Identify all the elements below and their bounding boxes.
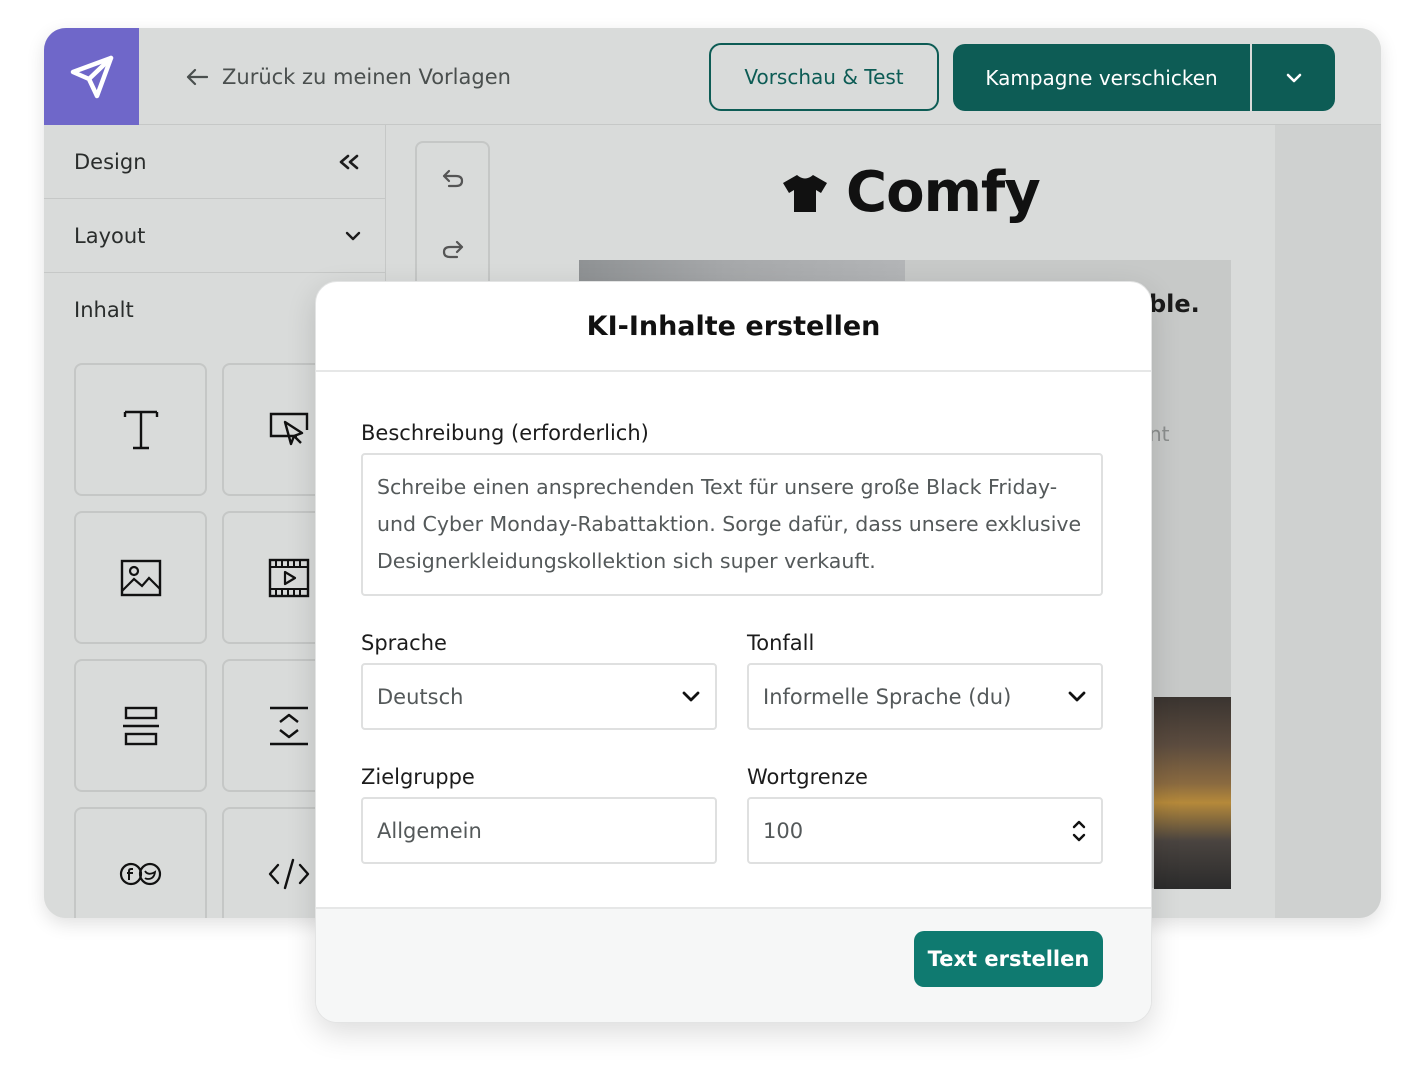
ai-content-modal: KI-Inhalte erstellen Beschreibung (erfor… [315, 281, 1152, 1023]
brand-logo: Comfy [782, 160, 1041, 225]
logo[interactable] [44, 28, 139, 125]
send-options-dropdown[interactable] [1252, 44, 1335, 111]
word-limit-label: Wortgrenze [747, 765, 868, 789]
layout-label: Layout [74, 223, 146, 248]
social-block-tile[interactable] [74, 807, 207, 918]
content-label: Inhalt [74, 298, 134, 322]
video-icon [268, 558, 309, 597]
word-limit-input[interactable]: 100 [747, 797, 1103, 864]
undo-icon [442, 169, 463, 188]
paper-plane-icon [70, 55, 113, 98]
top-bar: Zurück zu meinen Vorlagen Vorschau & Tes… [44, 28, 1381, 125]
divider-icon [122, 706, 159, 745]
undo-button[interactable] [415, 141, 490, 215]
tone-label: Tonfall [747, 631, 815, 655]
audience-input[interactable]: Allgemein [361, 797, 717, 864]
audience-label: Zielgruppe [361, 765, 475, 789]
preview-test-button[interactable]: Vorschau & Test [709, 43, 939, 111]
language-value: Deutsch [377, 684, 464, 709]
tone-select[interactable]: Informelle Sprache (du) [747, 663, 1103, 730]
redo-button[interactable] [415, 213, 490, 287]
back-link-label: Zurück zu meinen Vorlagen [222, 65, 511, 89]
description-label: Beschreibung (erforderlich) [361, 421, 649, 445]
modal-footer: Text erstellen [316, 907, 1151, 1022]
chevron-down-icon [682, 691, 700, 701]
html-icon [268, 858, 309, 889]
image-block-tile[interactable] [74, 511, 207, 644]
tone-value: Informelle Sprache (du) [763, 684, 1012, 709]
send-campaign-button[interactable]: Kampagne verschicken [953, 44, 1252, 111]
chevron-down-icon [1286, 73, 1301, 82]
collapse-panel-icon[interactable] [336, 153, 362, 171]
spacer-icon [269, 706, 308, 745]
image-icon [120, 559, 161, 596]
button-icon [269, 412, 308, 445]
redo-icon [442, 240, 463, 259]
language-label: Sprache [361, 631, 447, 655]
language-select[interactable]: Deutsch [361, 663, 717, 730]
stepper-arrows-icon[interactable] [1071, 817, 1087, 845]
create-text-button[interactable]: Text erstellen [914, 931, 1103, 987]
right-gutter [1275, 125, 1381, 918]
hero-headline: ble. [1149, 290, 1200, 318]
product-image [1154, 697, 1231, 889]
t-shirt-icon [783, 174, 827, 212]
send-campaign-button-group: Kampagne verschicken [953, 44, 1335, 111]
word-limit-value: 100 [763, 818, 804, 843]
back-to-templates-link[interactable]: Zurück zu meinen Vorlagen [186, 61, 511, 93]
design-section[interactable]: Design [44, 125, 386, 199]
chevron-down-icon [345, 231, 361, 240]
arrow-left-icon [186, 68, 208, 86]
modal-title: KI-Inhalte erstellen [316, 282, 1151, 372]
social-icon [119, 862, 161, 885]
design-label: Design [74, 149, 147, 174]
text-icon [123, 410, 158, 449]
brand-name: Comfy [846, 160, 1041, 225]
layout-section[interactable]: Layout [44, 199, 386, 273]
divider-block-tile[interactable] [74, 659, 207, 792]
description-textarea[interactable]: Schreibe einen ansprechenden Text für un… [361, 453, 1103, 596]
text-block-tile[interactable] [74, 363, 207, 496]
chevron-down-icon [1068, 691, 1086, 701]
audience-value: Allgemein [377, 818, 482, 843]
hero-text: nt [1149, 422, 1170, 446]
